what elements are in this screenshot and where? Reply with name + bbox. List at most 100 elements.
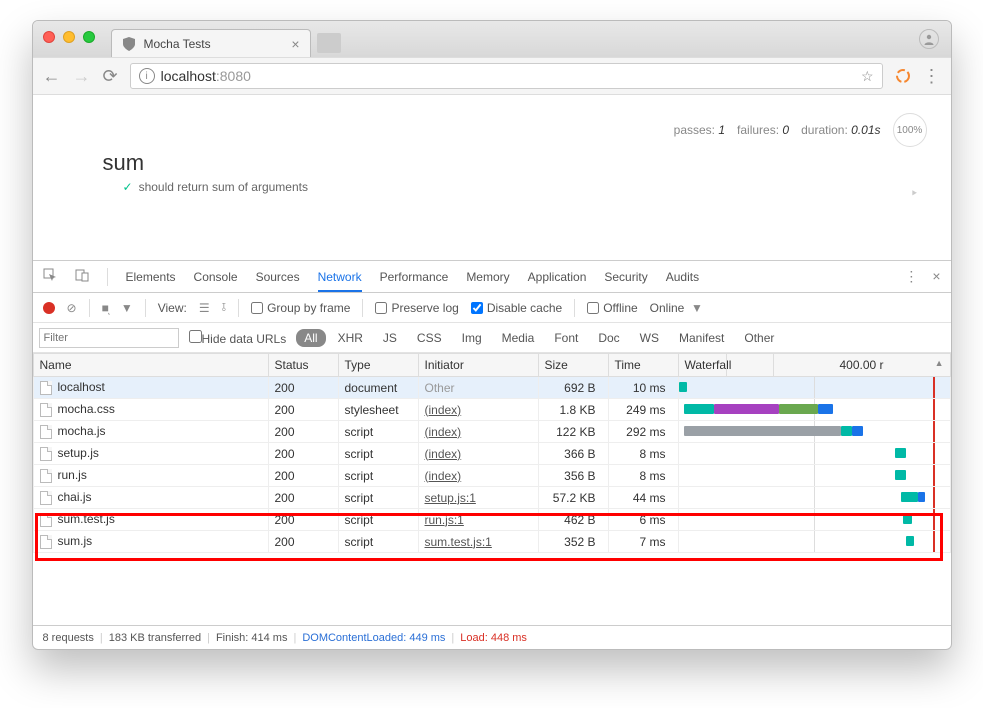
- request-time: 8 ms: [608, 465, 678, 487]
- hide-data-urls-label: Hide data URLs: [202, 332, 287, 346]
- filter-type-xhr[interactable]: XHR: [330, 329, 371, 347]
- file-icon: [40, 491, 52, 505]
- filter-type-css[interactable]: CSS: [409, 329, 450, 347]
- filter-type-js[interactable]: JS: [375, 329, 405, 347]
- chevron-down-icon: ▼: [691, 301, 703, 315]
- minimize-window-button[interactable]: [63, 31, 75, 43]
- panel-tab-console[interactable]: Console: [194, 270, 238, 284]
- profile-avatar-icon[interactable]: [919, 29, 939, 49]
- initiator-link[interactable]: setup.js:1: [425, 491, 476, 505]
- request-size: 462 B: [538, 509, 608, 531]
- chrome-menu-icon[interactable]: ⋮: [923, 66, 941, 87]
- window-controls: [43, 31, 95, 43]
- filter-type-doc[interactable]: Doc: [590, 329, 627, 347]
- browser-tab[interactable]: Mocha Tests ×: [111, 29, 311, 57]
- sort-indicator-icon: ▲: [935, 358, 944, 368]
- initiator-text: Other: [425, 381, 455, 395]
- panel-tab-security[interactable]: Security: [604, 270, 647, 284]
- suite-title[interactable]: sum: [103, 150, 921, 176]
- col-waterfall-scale[interactable]: 400.00 r▲: [773, 354, 950, 377]
- col-size[interactable]: Size: [538, 354, 608, 377]
- panel-tab-sources[interactable]: Sources: [256, 270, 300, 284]
- panel-tab-elements[interactable]: Elements: [126, 270, 176, 284]
- col-initiator[interactable]: Initiator: [418, 354, 538, 377]
- record-button[interactable]: [43, 302, 55, 314]
- table-row[interactable]: sum.js200scriptsum.test.js:1352 B7 ms: [33, 531, 950, 553]
- site-info-icon[interactable]: i: [139, 68, 155, 84]
- initiator-link[interactable]: (index): [425, 469, 462, 483]
- request-time: 7 ms: [608, 531, 678, 553]
- filter-type-ws[interactable]: WS: [632, 329, 667, 347]
- table-row[interactable]: chai.js200scriptsetup.js:157.2 KB44 ms: [33, 487, 950, 509]
- devtools-close-icon[interactable]: ×: [932, 268, 940, 285]
- table-row[interactable]: mocha.css200stylesheet(index)1.8 KB249 m…: [33, 399, 950, 421]
- passes-label: passes:: [674, 123, 715, 137]
- request-size: 352 B: [538, 531, 608, 553]
- table-row[interactable]: sum.test.js200scriptrun.js:1462 B6 ms: [33, 509, 950, 531]
- panel-tab-performance[interactable]: Performance: [380, 270, 449, 284]
- overview-icon[interactable]: ⫱: [222, 300, 226, 315]
- filter-icon[interactable]: ▼: [121, 301, 133, 315]
- forward-button[interactable]: →: [73, 66, 91, 87]
- throttling-select[interactable]: Online ▼: [650, 301, 703, 315]
- new-tab-button[interactable]: [317, 33, 341, 53]
- panel-tab-application[interactable]: Application: [528, 270, 587, 284]
- capture-screenshots-icon[interactable]: ■ͅ: [102, 301, 109, 315]
- filter-type-media[interactable]: Media: [494, 329, 543, 347]
- waterfall-cell: [678, 421, 950, 443]
- col-name[interactable]: Name: [33, 354, 268, 377]
- devtools: Elements Console Sources Network Performance…: [33, 260, 951, 649]
- devtools-tabbar: Elements Console Sources Network Performance…: [33, 261, 951, 293]
- request-time: 292 ms: [608, 421, 678, 443]
- hide-data-urls-checkbox[interactable]: Hide data URLs: [189, 330, 287, 346]
- reload-button[interactable]: ⟳: [103, 66, 118, 87]
- offline-checkbox[interactable]: Offline: [587, 301, 637, 315]
- network-statusbar: 8 requests| 183 KB transferred| Finish: …: [33, 625, 951, 649]
- close-tab-icon[interactable]: ×: [291, 36, 299, 52]
- initiator-link[interactable]: run.js:1: [425, 513, 464, 527]
- table-row[interactable]: mocha.js200script(index)122 KB292 ms: [33, 421, 950, 443]
- col-waterfall[interactable]: Waterfall: [678, 354, 773, 377]
- disable-cache-checkbox[interactable]: Disable cache: [471, 301, 562, 315]
- extension-icon[interactable]: [895, 68, 911, 84]
- preserve-log-checkbox[interactable]: Preserve log: [375, 301, 458, 315]
- filter-type-img[interactable]: Img: [454, 329, 490, 347]
- request-size: 366 B: [538, 443, 608, 465]
- table-row[interactable]: setup.js200script(index)366 B8 ms: [33, 443, 950, 465]
- request-type: script: [338, 421, 418, 443]
- panel-tab-audits[interactable]: Audits: [666, 270, 699, 284]
- filter-type-font[interactable]: Font: [546, 329, 586, 347]
- throttling-value: Online: [650, 301, 685, 315]
- large-rows-icon[interactable]: ☰: [199, 301, 210, 315]
- back-button[interactable]: ←: [43, 66, 61, 87]
- col-type[interactable]: Type: [338, 354, 418, 377]
- initiator-link[interactable]: sum.test.js:1: [425, 535, 492, 549]
- filter-type-other[interactable]: Other: [736, 329, 782, 347]
- bookmark-star-icon[interactable]: ☆: [861, 68, 874, 85]
- initiator-link[interactable]: (index): [425, 403, 462, 417]
- device-mode-icon[interactable]: [75, 268, 89, 285]
- table-row[interactable]: localhost200documentOther692 B10 ms: [33, 377, 950, 399]
- inspect-element-icon[interactable]: [43, 268, 57, 285]
- panel-tab-network[interactable]: Network: [318, 270, 362, 292]
- col-time[interactable]: Time: [608, 354, 678, 377]
- request-status: 200: [268, 421, 338, 443]
- col-status[interactable]: Status: [268, 354, 338, 377]
- request-size: 1.8 KB: [538, 399, 608, 421]
- table-row[interactable]: run.js200script(index)356 B8 ms: [33, 465, 950, 487]
- group-by-frame-checkbox[interactable]: Group by frame: [251, 301, 350, 315]
- maximize-window-button[interactable]: [83, 31, 95, 43]
- clear-icon[interactable]: ⊘: [67, 301, 77, 315]
- close-window-button[interactable]: [43, 31, 55, 43]
- devtools-menu-icon[interactable]: ⋮: [904, 268, 918, 285]
- filter-input[interactable]: [39, 328, 179, 348]
- initiator-link[interactable]: (index): [425, 425, 462, 439]
- replay-icon[interactable]: ‣: [910, 185, 918, 202]
- panel-tab-memory[interactable]: Memory: [466, 270, 509, 284]
- request-name: run.js: [58, 468, 87, 482]
- test-item[interactable]: ✓ should return sum of arguments: [123, 180, 921, 194]
- filter-type-all[interactable]: All: [296, 329, 325, 347]
- initiator-link[interactable]: (index): [425, 447, 462, 461]
- address-bar[interactable]: i localhost:8080 ☆: [130, 63, 883, 89]
- filter-type-manifest[interactable]: Manifest: [671, 329, 732, 347]
